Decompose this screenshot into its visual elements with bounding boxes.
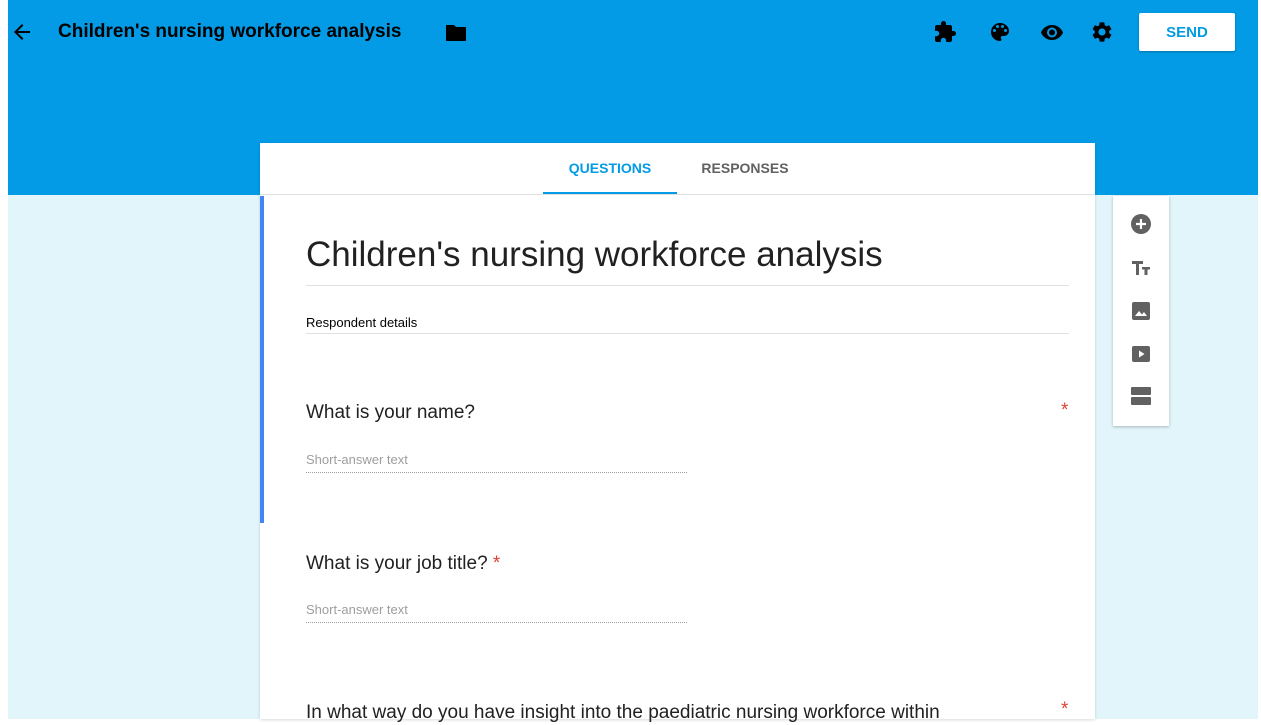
- tab-bar: QUESTIONS RESPONSES: [260, 143, 1095, 195]
- required-marker: *: [1061, 400, 1069, 421]
- question-title[interactable]: What is your name?: [306, 401, 475, 425]
- question-title-text: What is your job title?: [306, 553, 488, 574]
- left-margin: [0, 0, 8, 719]
- palette-icon[interactable]: [988, 20, 1012, 44]
- title-underline: [306, 285, 1069, 286]
- form-card: QUESTIONS RESPONSES Children's nursing w…: [260, 143, 1095, 723]
- app-title: Children's nursing workforce analysis: [58, 21, 402, 42]
- short-answer-field[interactable]: Short-answer text: [306, 451, 687, 473]
- tab-questions[interactable]: QUESTIONS: [543, 143, 677, 194]
- section-icon[interactable]: [1129, 384, 1153, 408]
- form-title[interactable]: Children's nursing workforce analysis: [306, 233, 883, 277]
- short-answer-field[interactable]: Short-answer text: [306, 601, 687, 623]
- description-underline: [306, 333, 1069, 334]
- active-section-indicator: [260, 196, 264, 523]
- addons-puzzle-icon[interactable]: [933, 20, 957, 44]
- tab-responses[interactable]: RESPONSES: [678, 143, 812, 193]
- folder-icon[interactable]: [444, 22, 468, 44]
- required-marker: *: [492, 553, 501, 574]
- form-description[interactable]: Respondent details: [306, 315, 417, 331]
- question-title[interactable]: In what way do you have insight into the…: [306, 701, 940, 725]
- video-icon[interactable]: [1129, 342, 1153, 366]
- settings-gear-icon[interactable]: [1090, 20, 1114, 44]
- side-toolbar: [1113, 196, 1169, 426]
- send-button[interactable]: SEND: [1139, 13, 1235, 51]
- title-text-icon[interactable]: [1129, 256, 1153, 280]
- add-question-icon[interactable]: [1129, 212, 1153, 236]
- image-icon[interactable]: [1129, 299, 1153, 323]
- question-title[interactable]: What is your job title? *: [306, 552, 500, 576]
- back-arrow-icon[interactable]: [10, 20, 34, 44]
- preview-eye-icon[interactable]: [1040, 20, 1064, 44]
- required-marker: *: [1061, 699, 1069, 720]
